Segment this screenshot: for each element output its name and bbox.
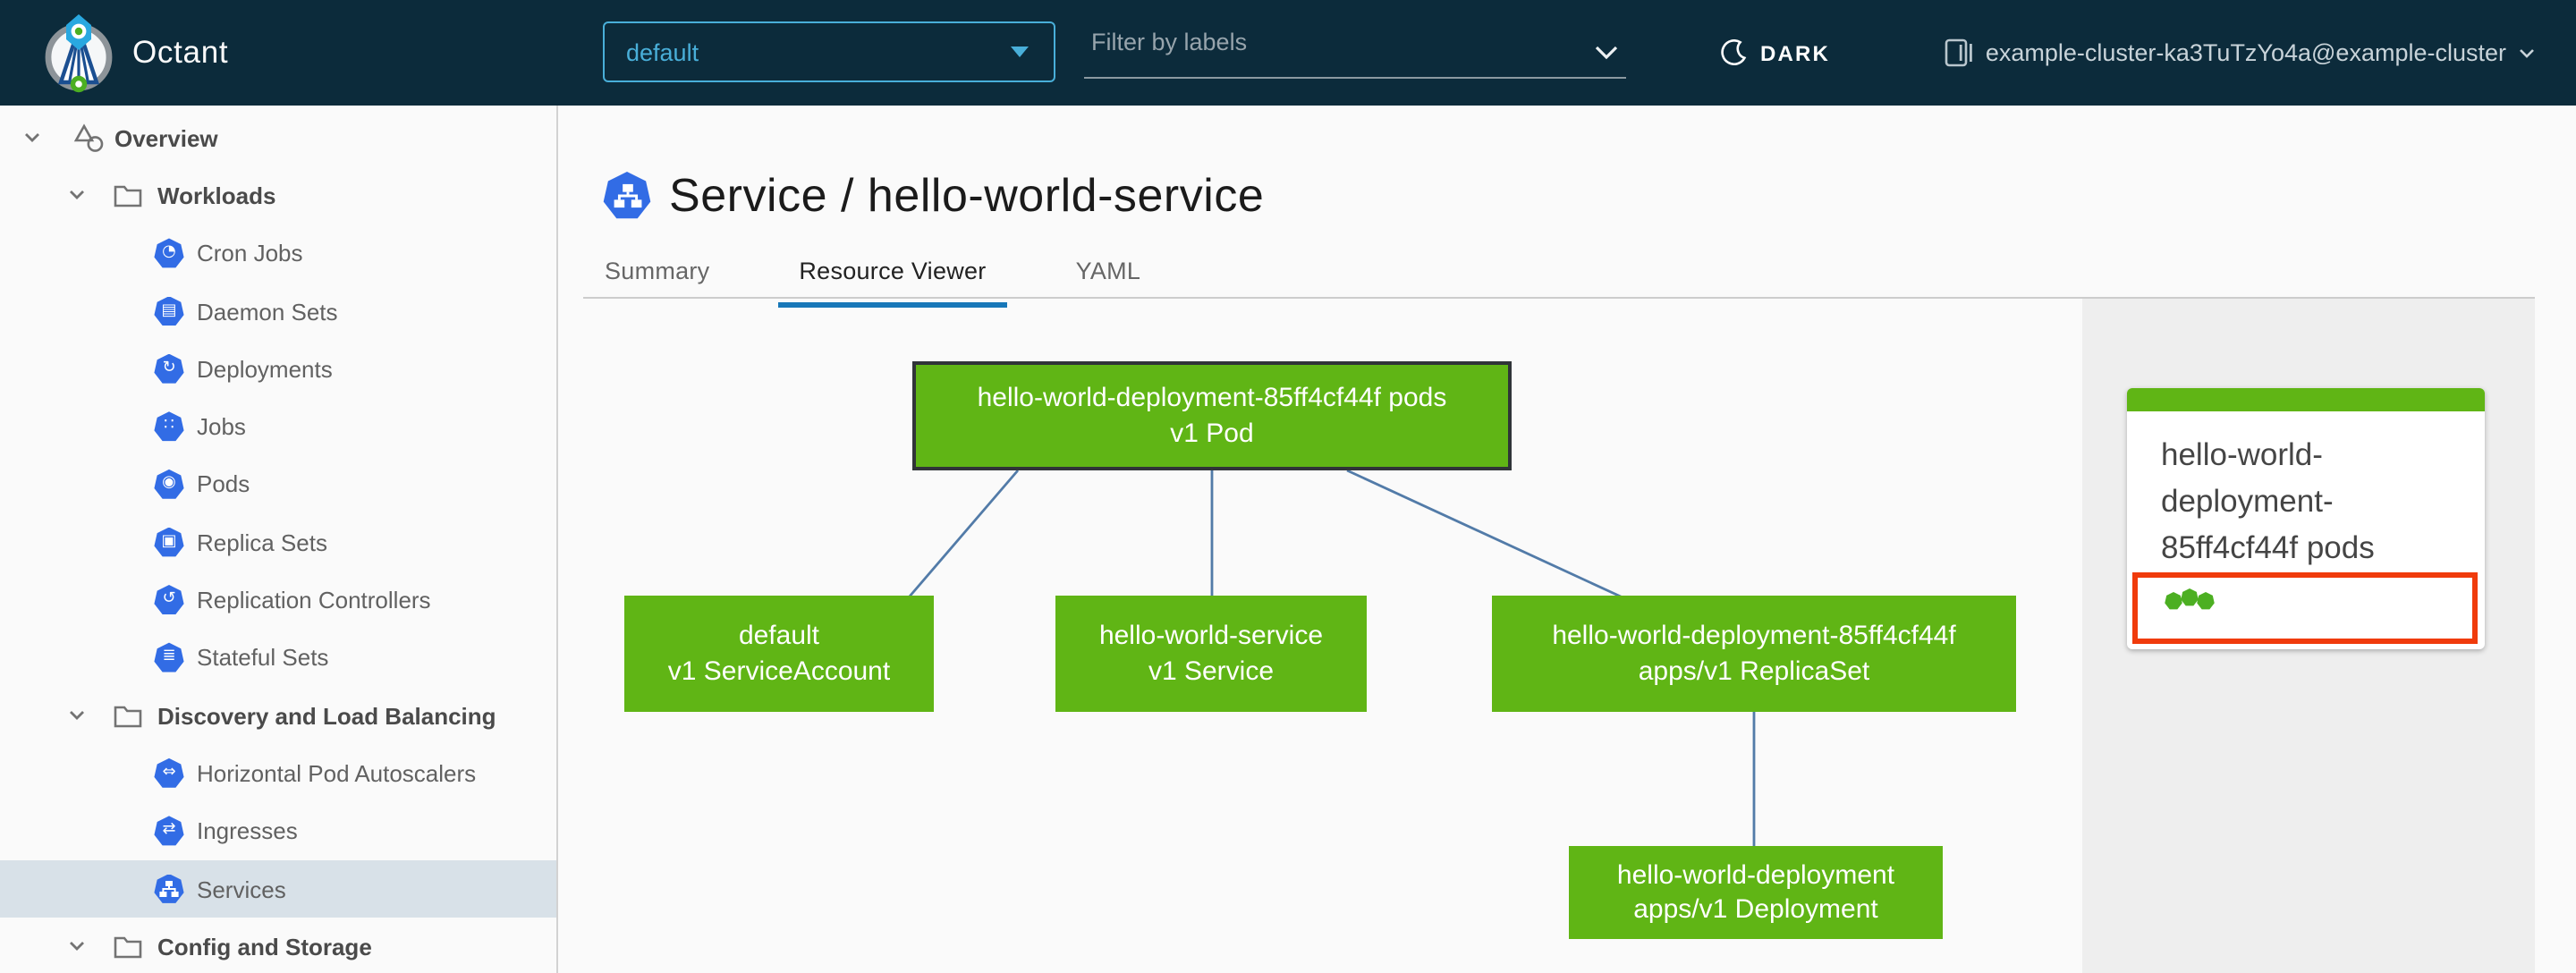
label-filter xyxy=(1084,18,1626,79)
graph-node-replicaset[interactable]: hello-world-deployment-85ff4cf44f apps/v… xyxy=(1492,596,2016,712)
card-status-bar xyxy=(2127,388,2485,411)
app-title: Octant xyxy=(132,34,229,70)
sidebar-item-workloads[interactable]: Workloads xyxy=(0,167,556,225)
sidebar-item-config-and-storage[interactable]: Config and Storage xyxy=(0,918,556,973)
folder-icon xyxy=(113,702,143,729)
graph-node-deployment[interactable]: hello-world-deployment apps/v1 Deploymen… xyxy=(1569,846,1943,939)
sidebar-item-discovery-and-load-balancing[interactable]: Discovery and Load Balancing xyxy=(0,687,556,745)
pod-status-dot xyxy=(2165,592,2182,610)
statefulset-icon: ≣ xyxy=(154,642,184,673)
sidebar-item-ingresses[interactable]: ⇄ Ingresses xyxy=(0,802,556,860)
pod-status-highlight xyxy=(2132,572,2478,644)
chevron-down-icon xyxy=(2519,47,2535,58)
graph-edge xyxy=(1346,469,1623,599)
label-filter-input[interactable] xyxy=(1084,18,1626,79)
cluster-context-selector[interactable]: example-cluster-ka3TuTzYo4a@example-clus… xyxy=(1945,0,2535,106)
cronjob-icon: ◔ xyxy=(154,238,184,268)
chevron-down-icon[interactable] xyxy=(66,705,88,726)
sidebar-item-daemon-sets[interactable]: ▤ Daemon Sets xyxy=(0,283,556,341)
pod-status-dot xyxy=(2181,588,2199,606)
detail-panel: hello-world-deployment-85ff4cf44f pods xyxy=(2082,299,2535,973)
daemonset-icon: ▤ xyxy=(154,296,184,326)
sidebar-item-replication-controllers[interactable]: ↺ Replication Controllers xyxy=(0,571,556,630)
replicaset-icon: ▣ xyxy=(154,527,184,557)
service-icon xyxy=(603,172,651,219)
chevron-down-icon[interactable] xyxy=(66,936,88,958)
tab-summary[interactable]: Summary xyxy=(583,243,731,308)
sidebar-item-services[interactable]: Services xyxy=(0,859,556,918)
service-icon xyxy=(154,874,184,903)
sidebar-item-deployments[interactable]: ↻ Deployments xyxy=(0,340,556,398)
octant-app: Octant default DARK xyxy=(0,0,2576,973)
pod-status-dot xyxy=(2197,592,2215,610)
moon-icon xyxy=(1721,38,1748,67)
sidebar-item-jobs[interactable]: ∷ Jobs xyxy=(0,398,556,456)
hpa-icon: ⇔ xyxy=(154,757,184,788)
folder-icon xyxy=(113,934,143,960)
ingress-icon: ⇄ xyxy=(154,816,184,846)
sidebar-item-replica-sets[interactable]: ▣ Replica Sets xyxy=(0,513,556,571)
graph-node-service[interactable]: hello-world-service v1 Service xyxy=(1055,596,1367,712)
sidebar-item-horizontal-pod-autoscalers[interactable]: ⇔ Horizontal Pod Autoscalers xyxy=(0,745,556,803)
octant-logo-icon xyxy=(41,11,116,106)
deployment-icon: ↻ xyxy=(154,353,184,384)
chevron-down-icon[interactable] xyxy=(1594,38,1619,70)
applications-icon xyxy=(73,123,106,153)
namespace-selector[interactable]: default xyxy=(603,21,1055,82)
chevron-down-icon[interactable] xyxy=(21,127,43,148)
tab-yaml[interactable]: YAML xyxy=(1055,243,1163,308)
graph-node-pod[interactable]: hello-world-deployment-85ff4cf44f pods v… xyxy=(912,361,1512,470)
replicationcontroller-icon: ↺ xyxy=(154,585,184,614)
graph-edge xyxy=(907,470,1020,598)
sidebar-item-pods[interactable]: ◉ Pods xyxy=(0,456,556,514)
tab-bar: Summary Resource Viewer YAML xyxy=(583,243,1208,308)
pod-icon: ◉ xyxy=(154,469,184,499)
chevron-down-icon[interactable] xyxy=(66,185,88,207)
sidebar-item-cron-jobs[interactable]: ◔ Cron Jobs xyxy=(0,224,556,283)
caret-down-icon xyxy=(1011,47,1029,57)
cluster-icon xyxy=(1945,38,1973,68)
folder-icon xyxy=(113,182,143,209)
theme-toggle-label: DARK xyxy=(1760,40,1830,65)
app-header: Octant default DARK xyxy=(0,0,2576,106)
cluster-context-label: example-cluster-ka3TuTzYo4a@example-clus… xyxy=(1985,39,2506,66)
job-icon: ∷ xyxy=(154,411,184,442)
resource-detail-card[interactable]: hello-world-deployment-85ff4cf44f pods xyxy=(2127,388,2485,649)
namespace-value: default xyxy=(626,38,699,65)
graph-node-serviceaccount[interactable]: default v1 ServiceAccount xyxy=(624,596,934,712)
card-title: hello-world-deployment-85ff4cf44f pods xyxy=(2161,436,2375,565)
theme-toggle-button[interactable]: DARK xyxy=(1721,0,1830,106)
page-title: Service / hello-world-service xyxy=(669,168,1265,222)
sidebar-nav: Overview Workloads ◔ Cron Jobs ▤ Daemon … xyxy=(0,106,558,973)
tab-resource-viewer[interactable]: Resource Viewer xyxy=(777,243,1008,308)
sidebar-item-overview[interactable]: Overview xyxy=(0,109,556,167)
sidebar-item-stateful-sets[interactable]: ≣ Stateful Sets xyxy=(0,629,556,687)
